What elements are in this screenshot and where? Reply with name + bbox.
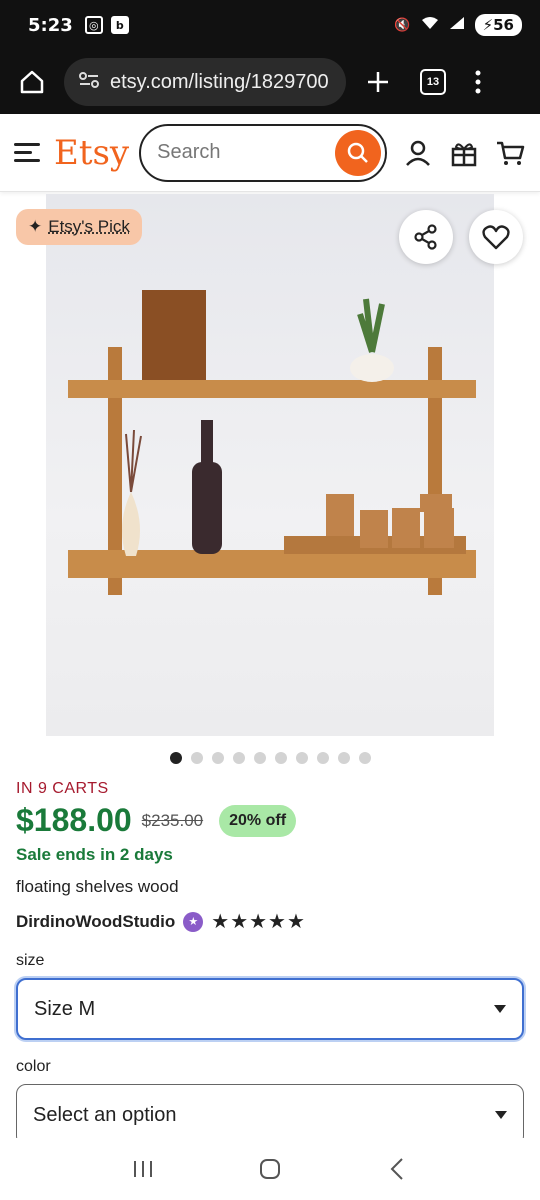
favorite-button[interactable] [469,210,523,264]
in-carts-notice: IN 9 CARTS [16,780,109,797]
color-select[interactable]: Select an option [16,1084,524,1146]
carousel-dot[interactable] [295,752,308,764]
carousel-dot[interactable] [316,752,329,764]
carousel-dot[interactable] [337,752,350,764]
carousel-dot[interactable] [274,752,287,764]
carousel-dot[interactable] [232,752,245,764]
new-tab-icon[interactable] [360,64,396,100]
search-input[interactable] [157,141,336,164]
wifi-icon [421,16,439,34]
etsy-logo[interactable]: Etsy [54,133,129,173]
back-icon[interactable] [377,1154,417,1184]
carousel-dot[interactable] [190,752,203,764]
search-box [139,123,388,182]
share-button[interactable] [399,210,453,264]
carousel-dots [0,748,540,768]
discount-badge: 20% off [219,804,297,837]
site-settings-icon[interactable] [78,71,100,94]
tab-switcher-button[interactable]: 13 [420,69,446,95]
browser-toolbar: etsy.com/listing/1829700 13 [0,50,540,114]
status-bar: 5:23 ◎ b 🔇 ⚡56 [0,0,540,50]
address-bar[interactable]: etsy.com/listing/1829700 [64,58,346,106]
size-selected-value: Size M [34,997,96,1020]
battery-indicator: ⚡56 [474,14,522,36]
search-icon [347,142,369,163]
heart-icon [482,225,510,250]
mute-icon: 🔇 [394,17,411,33]
hamburger-menu-icon[interactable] [14,143,40,162]
etsys-pick-badge[interactable]: ✦ Etsy's Pick [16,209,142,245]
sparkle-icon: ✦ [28,217,43,236]
size-select[interactable]: Size M [16,978,524,1040]
carousel-dot[interactable] [253,752,266,764]
sale-ends-text: Sale ends in 2 days [16,845,173,864]
chevron-down-icon [495,1111,507,1119]
carousel-dot[interactable] [169,752,182,764]
carousel-dot[interactable] [211,752,224,764]
recent-apps-icon[interactable] [123,1154,163,1184]
status-time: 5:23 [28,14,73,36]
chevron-down-icon [494,1005,506,1013]
color-label: color [16,1058,51,1075]
gift-icon[interactable] [449,138,479,168]
etsys-pick-label: Etsy's Pick [48,217,130,236]
original-price: $235.00 [141,810,204,830]
carousel-dot[interactable] [358,752,371,764]
product-gallery[interactable]: ✦ Etsy's Pick [0,192,540,748]
shop-name-link[interactable]: DirdinoWoodStudio [16,912,175,932]
product-info: IN 9 CARTS $188.00 $235.00 20% off Sale … [0,768,540,1146]
overflow-menu-icon[interactable] [460,64,496,100]
signal-icon [449,16,465,34]
app-b-icon: b [110,16,129,34]
search-button[interactable] [335,129,382,176]
site-header: Etsy [0,114,540,192]
account-icon[interactable] [403,138,433,168]
screenshot-icon: ◎ [84,16,103,34]
home-nav-icon[interactable] [250,1154,290,1184]
cart-icon[interactable] [495,138,525,168]
battery-level: 56 [493,16,514,34]
share-icon [414,224,437,250]
sale-price: $188.00 [16,802,132,838]
color-selected-value: Select an option [33,1103,177,1126]
home-icon[interactable] [14,64,50,100]
star-seller-icon: ★ [183,911,204,932]
product-title: floating shelves wood [16,877,179,896]
size-label: size [16,952,45,969]
product-image[interactable] [46,194,494,736]
url-text: etsy.com/listing/1829700 [110,70,329,93]
system-nav-bar [0,1138,540,1200]
rating-stars[interactable]: ★★★★★ [211,909,306,934]
